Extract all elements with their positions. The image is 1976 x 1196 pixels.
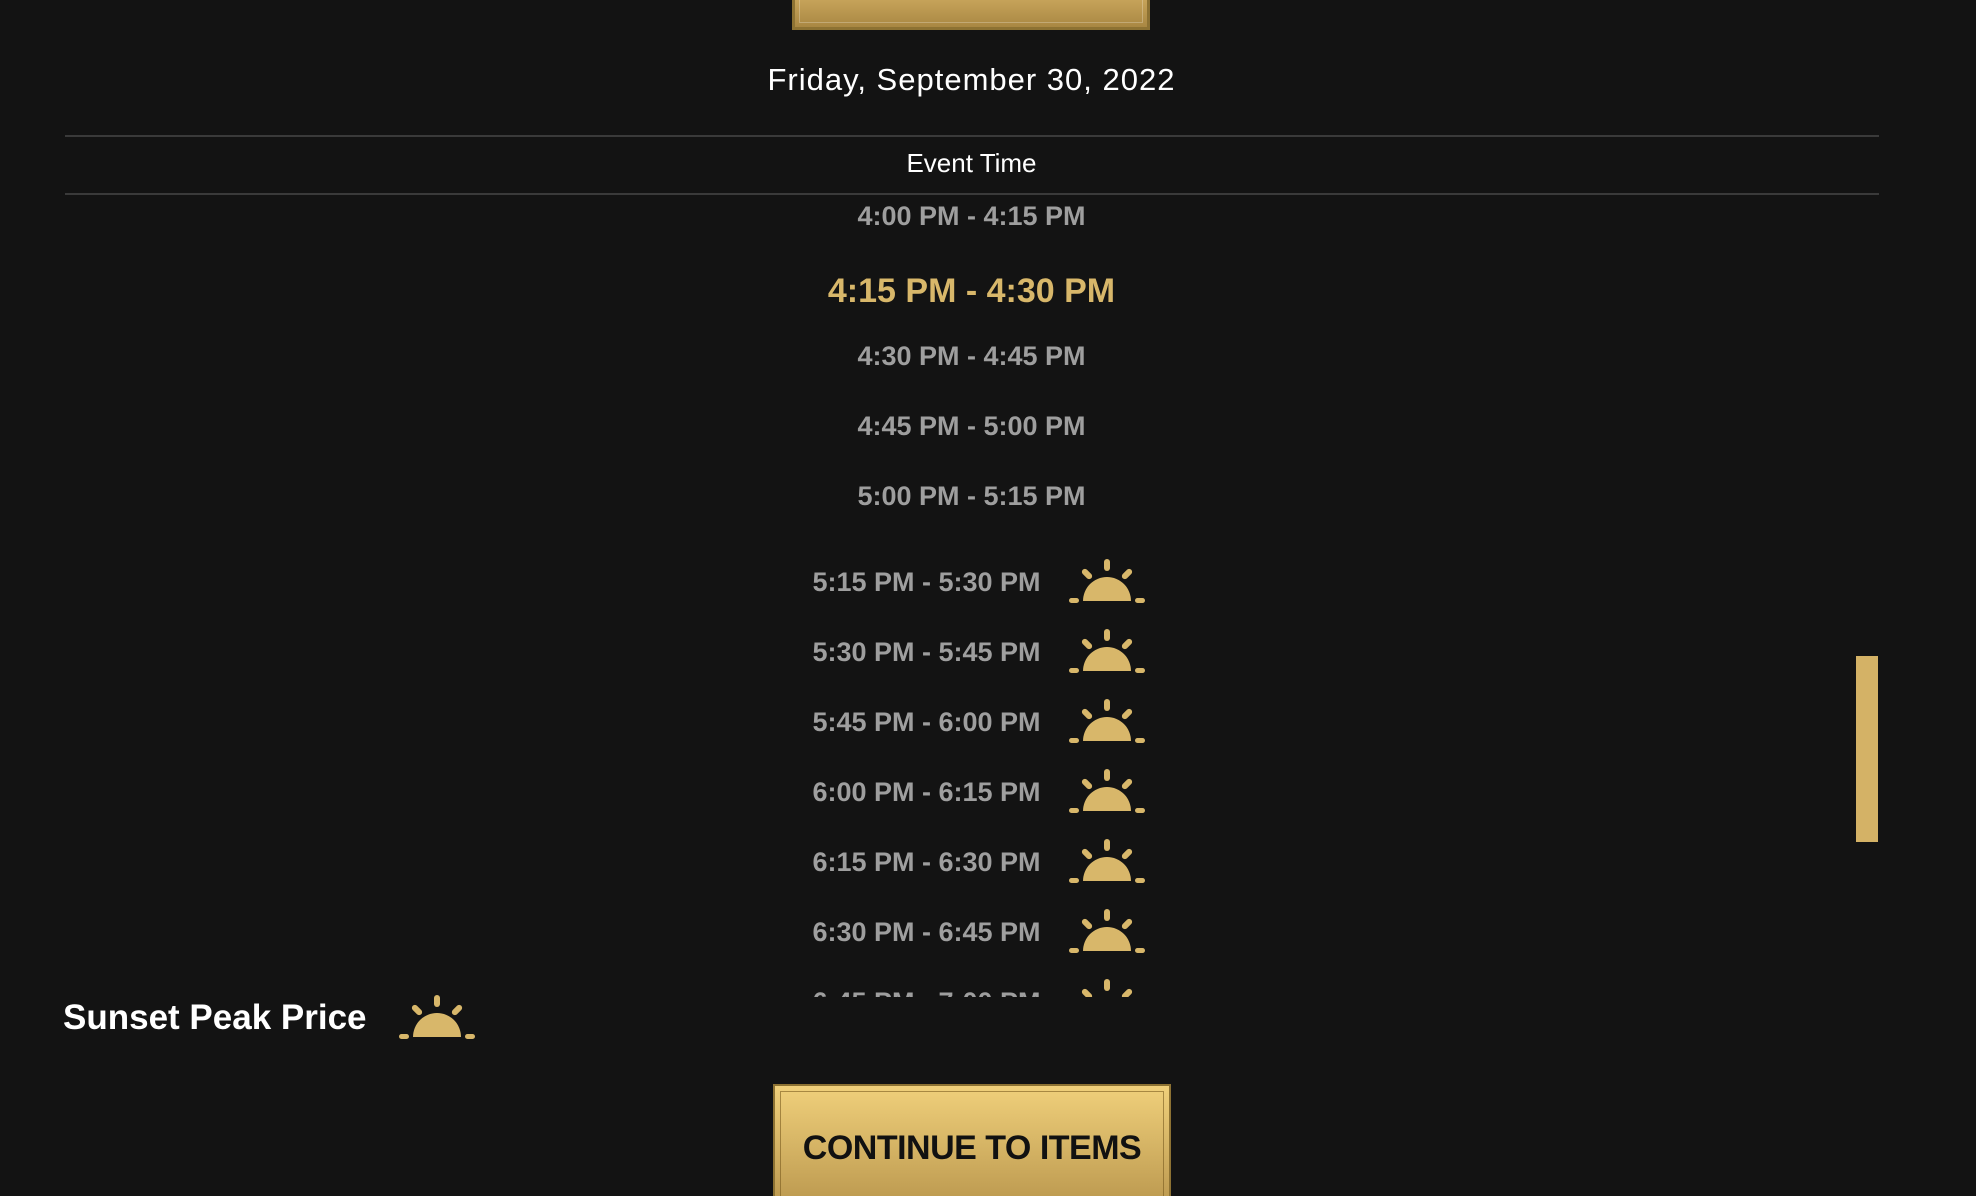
time-slot[interactable]: 6:45 PM - 7:00 PM xyxy=(0,972,1943,997)
continue-to-items-button[interactable]: CONTINUE TO ITEMS xyxy=(773,1084,1171,1196)
sunset-icon xyxy=(1068,909,1145,953)
time-slot-label: 5:30 PM - 5:45 PM xyxy=(812,636,1041,667)
sunset-icon xyxy=(1068,629,1145,673)
time-slot-label: 5:00 PM - 5:15 PM xyxy=(857,480,1086,511)
time-slot-label: 5:15 PM - 5:30 PM xyxy=(812,566,1041,597)
time-slot[interactable]: 4:00 PM - 4:15 PM xyxy=(0,195,1943,246)
time-slot[interactable]: 5:00 PM - 5:15 PM xyxy=(0,466,1943,526)
sunset-icon xyxy=(1068,559,1145,603)
time-slot[interactable]: 6:15 PM - 6:30 PM xyxy=(0,832,1943,892)
time-slot-label: 6:00 PM - 6:15 PM xyxy=(812,776,1041,807)
time-slot-label: 6:30 PM - 6:45 PM xyxy=(812,916,1041,947)
time-slot[interactable]: 6:00 PM - 6:15 PM xyxy=(0,762,1943,822)
time-slot-label: 4:15 PM - 4:30 PM xyxy=(827,271,1116,310)
time-slot[interactable]: 5:30 PM - 5:45 PM xyxy=(0,622,1943,682)
sunset-icon xyxy=(1068,699,1145,743)
time-slot[interactable]: 4:30 PM - 4:45 PM xyxy=(0,326,1943,386)
time-slot[interactable]: 4:45 PM - 5:00 PM xyxy=(0,396,1943,456)
time-slot[interactable]: 4:15 PM - 4:30 PM xyxy=(0,261,1943,321)
divider-top xyxy=(65,135,1879,137)
sunset-legend: Sunset Peak Price xyxy=(63,995,475,1041)
column-header-event-time: Event Time xyxy=(906,148,1037,178)
time-slot-list[interactable]: 4:00 PM - 4:15 PM 4:15 PM - 4:30 PM 4:30 P… xyxy=(0,195,1943,997)
time-slot-label: 4:00 PM - 4:15 PM xyxy=(857,200,1086,231)
time-slot-label: 6:15 PM - 6:30 PM xyxy=(812,846,1041,877)
time-slot-label: 6:45 PM - 7:00 PM xyxy=(812,987,1040,998)
sunset-icon xyxy=(1081,979,1132,997)
time-slot-label: 4:30 PM - 4:45 PM xyxy=(857,340,1086,371)
sunset-icon xyxy=(398,995,475,1039)
scrollbar-thumb[interactable] xyxy=(1856,656,1878,842)
time-slot-label: 4:45 PM - 5:00 PM xyxy=(857,410,1086,441)
booking-page: Friday, September 30, 2022 Event Time 4:… xyxy=(0,0,1976,1196)
sunset-icon xyxy=(1068,839,1145,883)
time-slot-label: 5:45 PM - 6:00 PM xyxy=(812,706,1041,737)
time-slot[interactable]: 6:30 PM - 6:45 PM xyxy=(0,902,1943,962)
date-heading: Friday, September 30, 2022 xyxy=(767,62,1176,97)
previous-button-partial[interactable] xyxy=(792,0,1150,30)
time-slot[interactable]: 5:45 PM - 6:00 PM xyxy=(0,692,1943,752)
time-slot[interactable]: 5:15 PM - 5:30 PM xyxy=(0,552,1943,612)
sunset-icon xyxy=(1068,769,1145,813)
legend-label: Sunset Peak Price xyxy=(63,998,367,1037)
